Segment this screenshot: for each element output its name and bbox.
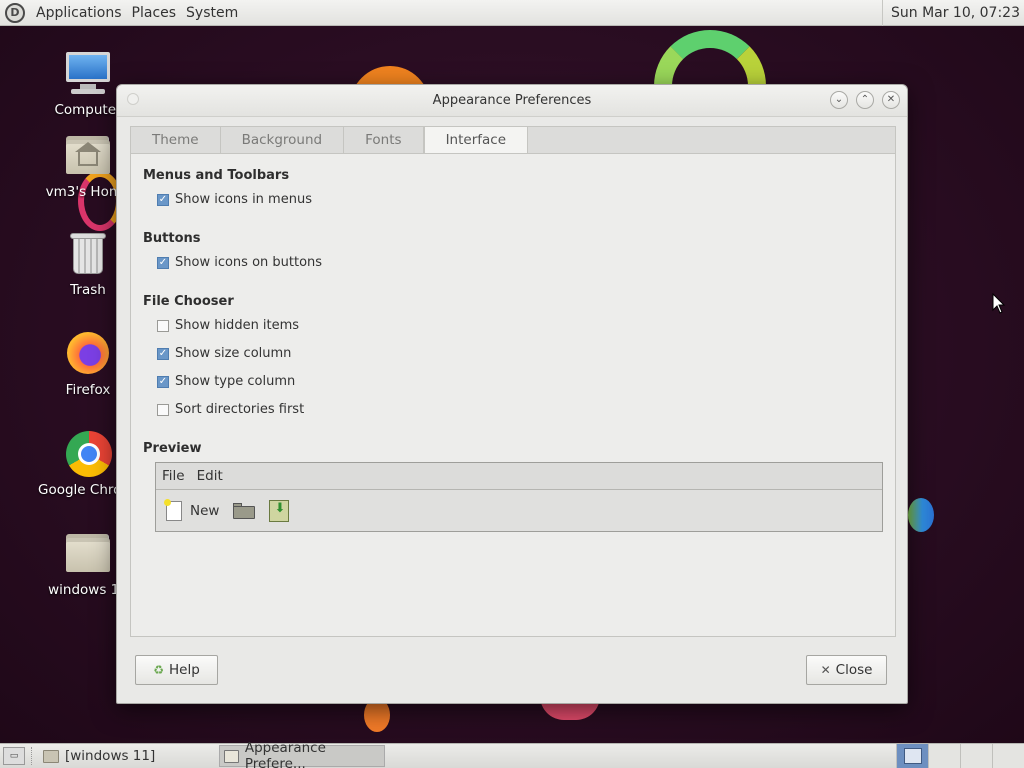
section-title-preview: Preview [143,441,202,456]
section-title-file-chooser: File Chooser [143,294,234,309]
section-title-buttons: Buttons [143,231,201,246]
workspace-switcher [896,743,1024,768]
top-panel: D Applications Places System Sun Mar 10,… [0,0,1024,26]
preview-menu-file[interactable]: File [156,468,191,484]
dialog-titlebar[interactable]: Appearance Preferences ⌄ ⌃ ✕ [117,85,907,117]
chevron-down-icon: ⌄ [834,94,844,105]
firefox-icon [63,328,113,378]
section-title-menus-toolbars: Menus and Toolbars [143,168,290,183]
minimize-button[interactable]: ⌄ [830,91,848,109]
mouse-pointer-icon [992,293,1006,314]
help-icon: ♻ [153,663,164,677]
menu-applications[interactable]: Applications [31,5,127,21]
workspace-1[interactable] [896,743,928,768]
distro-logo-icon[interactable]: D [5,2,25,23]
folder-icon [43,749,59,763]
option-label: Sort directories first [175,402,305,417]
interface-tab-panel: Menus and Toolbars ✓ Show icons in menus… [130,153,896,637]
trash-icon [63,228,113,278]
checkbox-unchecked[interactable] [157,319,169,332]
chrome-icon [63,428,113,478]
preview-toolbar: New [156,490,882,532]
close-icon: ✕ [820,663,831,677]
close-icon: ✕ [886,94,896,105]
checkbox-checked[interactable]: ✓ [157,256,169,269]
checkbox-checked[interactable]: ✓ [157,375,169,388]
taskbar-item-appearance[interactable]: Appearance Prefere... [219,740,386,768]
option-label: Show icons on buttons [175,255,323,270]
preview-menu-edit[interactable]: Edit [191,468,229,484]
workspace-2[interactable] [928,743,960,768]
option-label: Show size column [175,346,292,361]
tab-strip: Theme Background Fonts Interface [130,126,896,155]
appearance-preferences-dialog: Appearance Preferences ⌄ ⌃ ✕ Theme Backg… [116,84,908,704]
open-folder-icon[interactable] [233,502,256,520]
show-desktop-icon[interactable]: ▭ [3,747,25,765]
new-document-icon [164,499,182,521]
appearance-app-icon [224,749,239,763]
window-close-button[interactable]: ✕ [882,91,900,109]
option-show-hidden-items[interactable]: Show hidden items [157,318,299,333]
checkbox-checked[interactable]: ✓ [157,193,169,206]
option-label: Show hidden items [175,318,300,333]
option-label: Show type column [175,374,296,389]
tab-background[interactable]: Background [220,127,345,154]
panel-clock[interactable]: Sun Mar 10, 07:23 [881,0,1024,26]
option-show-icons-in-menus[interactable]: ✓ Show icons in menus [157,192,312,207]
preview-new-button[interactable]: New [164,499,220,521]
tab-theme[interactable]: Theme [131,127,221,154]
workspace-3[interactable] [960,743,992,768]
close-button-label: Close [835,662,873,678]
folder-icon [63,528,113,578]
taskbar-item-label: [windows 11] [65,748,156,764]
preview-new-label: New [190,503,220,519]
maximize-button[interactable]: ⌃ [856,91,874,109]
option-show-type-column[interactable]: ✓ Show type column [157,374,295,389]
taskbar-item-windows11[interactable]: [windows 11] [39,745,163,767]
save-download-icon[interactable] [269,500,290,522]
checkbox-unchecked[interactable] [157,403,169,416]
preview-area: File Edit New [155,462,883,532]
option-label: Show icons in menus [175,192,312,207]
workspace-4[interactable] [992,743,1024,768]
help-button-label: Help [168,662,200,678]
taskbar-item-label: Appearance Prefere... [244,740,326,768]
dialog-title: Appearance Preferences [432,93,592,108]
option-show-icons-on-buttons[interactable]: ✓ Show icons on buttons [157,255,322,270]
menu-system[interactable]: System [181,5,243,21]
option-sort-directories-first[interactable]: Sort directories first [157,402,304,417]
help-button[interactable]: ♻ Help [135,655,218,685]
tab-fonts[interactable]: Fonts [344,127,424,154]
computer-icon [63,48,113,98]
menu-places[interactable]: Places [127,5,182,21]
taskbar-separator [31,747,33,765]
chevron-up-icon: ⌃ [860,94,870,105]
close-button[interactable]: ✕ Close [806,655,887,685]
preview-menubar: File Edit [156,463,882,490]
wallpaper-shape [908,498,934,532]
home-folder-icon [63,130,113,180]
tab-interface[interactable]: Interface [423,126,529,155]
option-show-size-column[interactable]: ✓ Show size column [157,346,291,361]
bottom-taskbar: ▭ [windows 11] Appearance Prefere... [0,740,1024,768]
checkbox-checked[interactable]: ✓ [157,347,169,360]
